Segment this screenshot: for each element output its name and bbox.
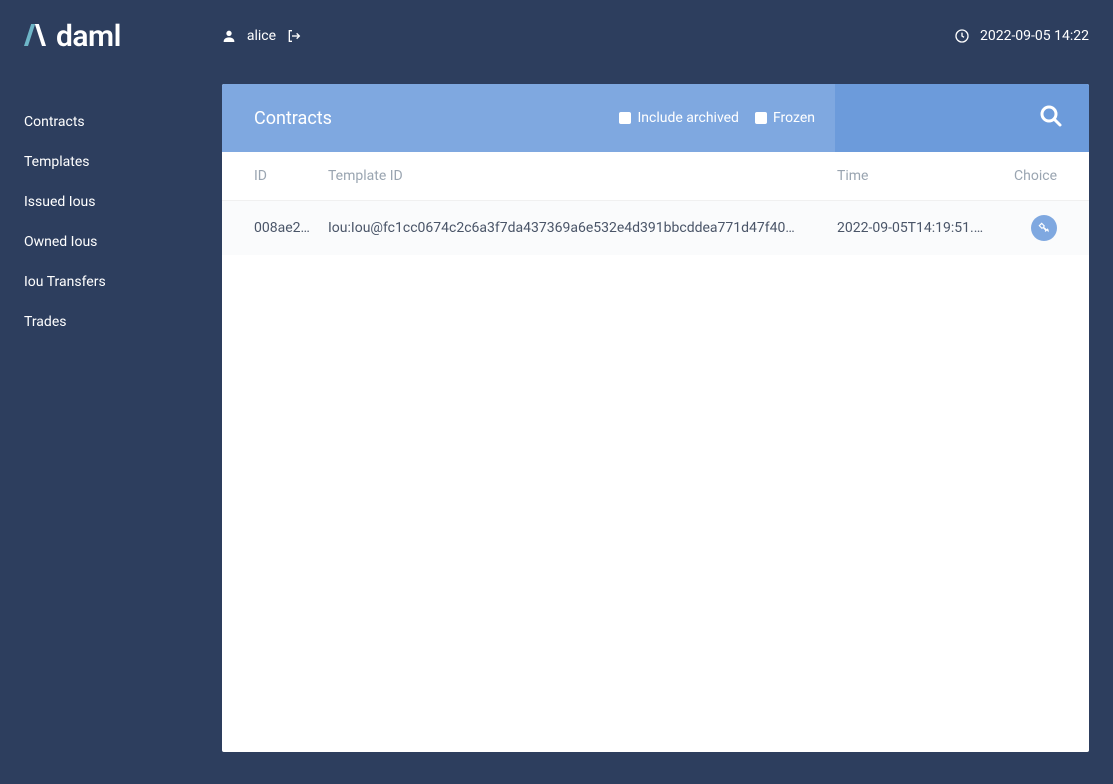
- panel-header-left: Contracts Include archived Frozen: [222, 84, 835, 152]
- search-icon[interactable]: [1039, 104, 1063, 132]
- main: Contracts Templates Issued Ious Owned Io…: [0, 72, 1113, 784]
- panel-title: Contracts: [254, 108, 332, 129]
- user-area: alice: [221, 28, 302, 44]
- choice-button[interactable]: [1031, 215, 1057, 241]
- contracts-panel: Contracts Include archived Frozen: [222, 84, 1089, 752]
- sidebar-item-trades[interactable]: Trades: [0, 302, 222, 342]
- column-header-time[interactable]: Time: [837, 168, 997, 184]
- checkbox-icon: [619, 112, 631, 124]
- sidebar-item-issued-ious[interactable]: Issued Ious: [0, 182, 222, 222]
- brand-text: daml: [56, 19, 121, 54]
- panel-header-right: [835, 84, 1089, 152]
- logout-icon[interactable]: [286, 28, 302, 44]
- wrench-icon: [1037, 221, 1051, 235]
- sidebar-item-owned-ious[interactable]: Owned Ious: [0, 222, 222, 262]
- sidebar: Contracts Templates Issued Ious Owned Io…: [0, 72, 222, 784]
- table-header: ID Template ID Time Choice: [222, 152, 1089, 201]
- sidebar-item-templates[interactable]: Templates: [0, 142, 222, 182]
- content: Contracts Include archived Frozen: [222, 72, 1113, 784]
- sidebar-item-iou-transfers[interactable]: Iou Transfers: [0, 262, 222, 302]
- column-header-id[interactable]: ID: [254, 168, 328, 184]
- logo-mark-icon: [24, 24, 46, 48]
- column-header-template-id[interactable]: Template ID: [328, 168, 837, 184]
- cell-template-id: Iou:Iou@fc1cc0674c2c6a3f7da437369a6e532e…: [328, 220, 837, 236]
- topbar: daml alice 2022-09-05 14:22: [0, 0, 1113, 72]
- table-row[interactable]: 008ae2… Iou:Iou@fc1cc0674c2c6a3f7da43736…: [222, 201, 1089, 255]
- cell-time: 2022-09-05T14:19:51.9…: [837, 220, 997, 236]
- cell-choice: [997, 215, 1057, 241]
- panel-header: Contracts Include archived Frozen: [222, 84, 1089, 152]
- cell-id: 008ae2…: [254, 220, 328, 236]
- clock-icon: [954, 28, 970, 44]
- user-icon: [221, 28, 237, 44]
- include-archived-toggle[interactable]: Include archived: [619, 110, 738, 126]
- panel-toggles: Include archived Frozen: [619, 110, 815, 126]
- clock-text: 2022-09-05 14:22: [980, 28, 1089, 44]
- include-archived-label: Include archived: [637, 110, 738, 126]
- checkbox-icon: [755, 112, 767, 124]
- logo: daml: [24, 19, 121, 54]
- topbar-right: 2022-09-05 14:22: [954, 28, 1089, 44]
- column-header-choice[interactable]: Choice: [997, 168, 1057, 184]
- sidebar-item-contracts[interactable]: Contracts: [0, 102, 222, 142]
- topbar-left: daml alice: [24, 19, 302, 54]
- user-name: alice: [247, 28, 276, 44]
- frozen-toggle[interactable]: Frozen: [755, 110, 815, 126]
- frozen-label: Frozen: [773, 110, 815, 126]
